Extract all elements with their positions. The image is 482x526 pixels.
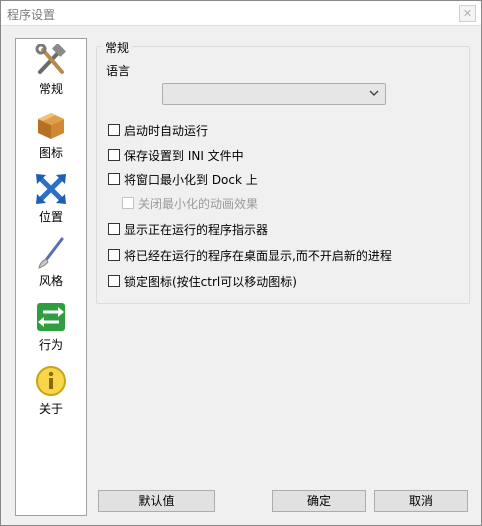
checkbox-label: 锁定图标(按住ctrl可以移动图标) bbox=[124, 275, 297, 289]
checkbox-label: 保存设置到 INI 文件中 bbox=[124, 149, 244, 163]
sidebar-item-label: 位置 bbox=[38, 210, 63, 224]
checkbox-label: 将已经在运行的程序在桌面显示,而不开启新的进程 bbox=[124, 249, 392, 263]
info-icon bbox=[36, 366, 66, 396]
sidebar-item-about[interactable]: 关于 bbox=[16, 361, 86, 423]
group-title: 常规 bbox=[102, 39, 133, 56]
switch-arrows-icon bbox=[37, 303, 65, 331]
checkbox-label: 显示正在运行的程序指示器 bbox=[124, 223, 269, 237]
sidebar-item-behavior[interactable]: 行为 bbox=[16, 297, 86, 359]
brush-icon bbox=[38, 237, 64, 269]
settings-window: 程序设置 ✕ 常规 图标 位置 风格 行为 关于 常规 语言 启动时自动运行 保… bbox=[0, 0, 482, 526]
checkbox-box bbox=[108, 223, 120, 235]
checkbox-label: 将窗口最小化到 Dock 上 bbox=[124, 173, 258, 187]
checkbox-label: 启动时自动运行 bbox=[124, 124, 209, 138]
language-label: 语言 bbox=[106, 64, 131, 78]
sidebar-item-label: 行为 bbox=[38, 338, 63, 352]
title-bar: 程序设置 ✕ bbox=[1, 1, 481, 26]
sidebar-item-position[interactable]: 位置 bbox=[16, 169, 86, 231]
sidebar-item-general[interactable]: 常规 bbox=[16, 41, 86, 103]
sidebar: 常规 图标 位置 风格 行为 关于 bbox=[15, 38, 87, 516]
sidebar-item-style[interactable]: 风格 bbox=[16, 233, 86, 295]
ok-button[interactable]: 确定 bbox=[272, 490, 366, 512]
box-icon bbox=[38, 113, 64, 139]
cancel-button[interactable]: 取消 bbox=[374, 490, 468, 512]
checkbox-box bbox=[108, 149, 120, 161]
checkbox-box bbox=[108, 173, 120, 185]
sidebar-item-label: 关于 bbox=[38, 402, 63, 416]
checkbox-label: 关闭最小化的动画效果 bbox=[138, 197, 259, 211]
language-select[interactable] bbox=[162, 83, 386, 105]
sidebar-item-label: 常规 bbox=[38, 82, 63, 96]
arrows-icon bbox=[36, 174, 66, 204]
checkbox-box bbox=[108, 124, 120, 136]
checkbox-box bbox=[108, 275, 120, 287]
sidebar-item-label: 风格 bbox=[38, 274, 63, 288]
chevron-down-icon bbox=[369, 90, 379, 96]
sidebar-item-icons[interactable]: 图标 bbox=[16, 105, 86, 167]
window-title: 程序设置 bbox=[7, 8, 56, 22]
close-button[interactable]: ✕ bbox=[459, 5, 476, 22]
tools-icon bbox=[35, 44, 66, 74]
sidebar-item-label: 图标 bbox=[38, 146, 63, 160]
default-button[interactable]: 默认值 bbox=[98, 490, 215, 512]
checkbox-box bbox=[122, 197, 134, 209]
checkbox-box bbox=[108, 249, 120, 261]
